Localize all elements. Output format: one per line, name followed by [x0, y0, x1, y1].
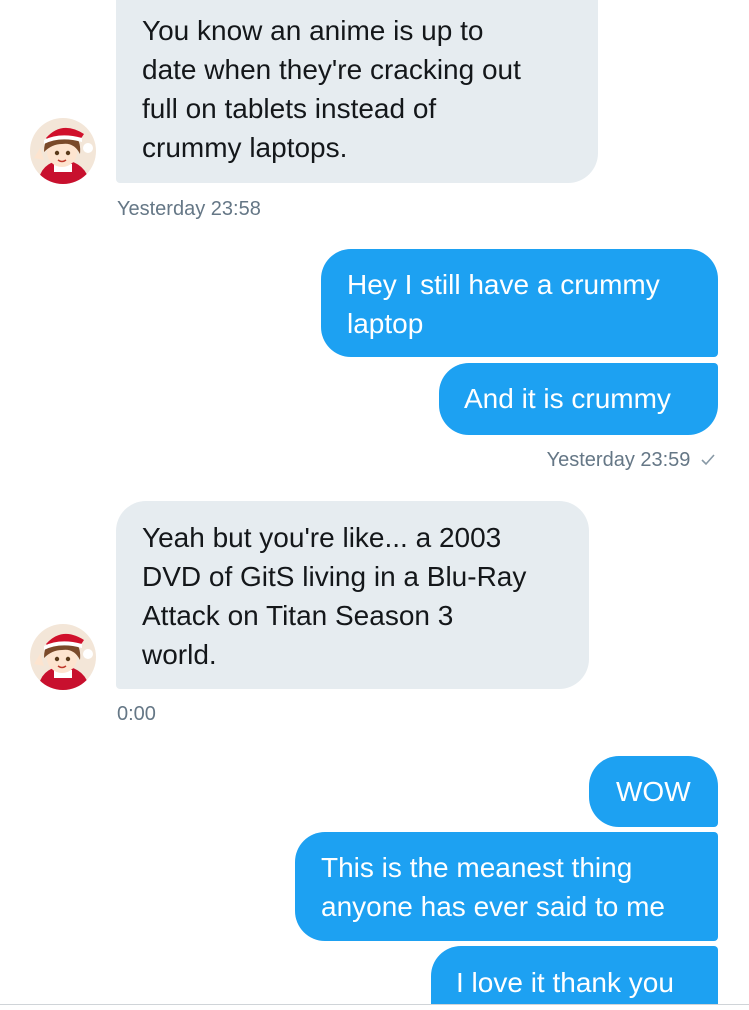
message-text-line: world. — [142, 639, 217, 670]
anime-avatar-icon — [30, 118, 96, 184]
message-text-line: DVD of GitS living in a Blu-Ray — [142, 561, 527, 592]
message-text-line: Hey I still have a crummy — [347, 269, 660, 300]
message-text-line: anyone has ever said to me — [321, 891, 665, 922]
message-text-line: WOW — [616, 776, 691, 807]
message-bubble-sent[interactable]: I love it thank you — [431, 946, 718, 1004]
message-text-line: You know an anime is up to — [142, 15, 484, 46]
message-timestamp: Yesterday 23:59 — [546, 449, 691, 471]
message-bubble-sent[interactable]: WOW — [589, 756, 718, 827]
message-text-line: And it is crummy — [464, 383, 671, 414]
checkmark-icon — [700, 449, 716, 473]
message-bubble-sent[interactable]: Hey I still have a crummy laptop — [321, 249, 718, 357]
message-text-line: full on tablets instead of — [142, 93, 437, 124]
anime-avatar-icon — [30, 624, 96, 690]
message-text-line: date when they're cracking out — [142, 54, 521, 85]
message-bubble-received[interactable]: You know an anime is up to date when the… — [116, 0, 598, 183]
message-timestamp: Yesterday 23:58 — [117, 198, 261, 220]
message-text-line: This is the meanest thing — [321, 852, 633, 883]
message-text-line: I love it thank you — [456, 967, 674, 998]
message-bubble-sent[interactable]: And it is crummy — [439, 363, 718, 435]
message-timestamp-row: Yesterday 23:59 — [547, 448, 716, 473]
message-text-line: Attack on Titan Season 3 — [142, 600, 454, 631]
sender-avatar[interactable] — [30, 624, 96, 690]
message-timestamp: 0:00 — [117, 703, 156, 725]
sender-avatar[interactable] — [30, 118, 96, 184]
compose-divider — [0, 1004, 749, 1005]
message-text-line: laptop — [347, 308, 424, 339]
message-text-line: crummy laptops. — [142, 132, 348, 163]
message-bubble-received[interactable]: Yeah but you're like... a 2003 DVD of Gi… — [116, 501, 589, 689]
message-text-line: Yeah but you're like... a 2003 — [142, 522, 502, 553]
message-bubble-sent[interactable]: This is the meanest thing anyone has eve… — [295, 832, 718, 941]
